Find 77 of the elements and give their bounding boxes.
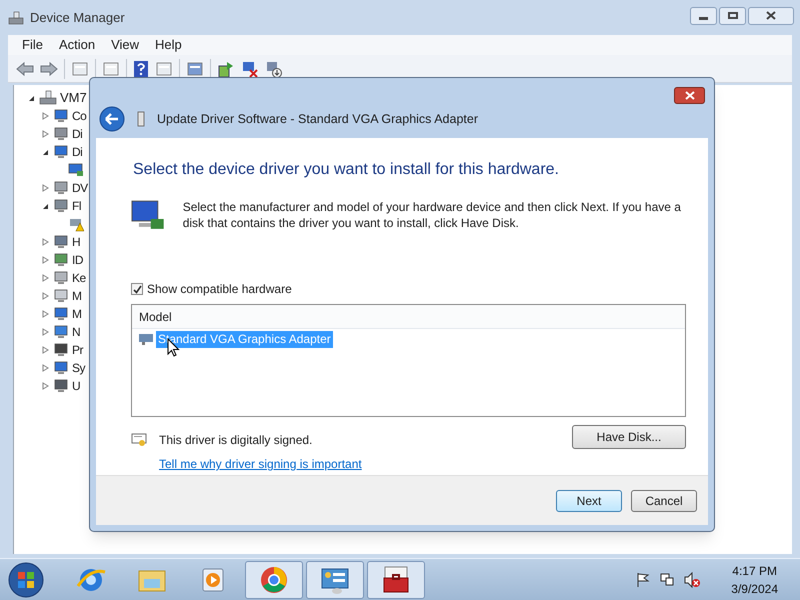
expand-arrow-icon[interactable]: [42, 256, 48, 264]
expand-arrow-icon[interactable]: [42, 310, 48, 318]
dialog-heading: Select the device driver you want to install for this hardware.: [133, 160, 560, 180]
uninstall-icon[interactable]: [241, 60, 259, 78]
warning-device-icon[interactable]: [68, 216, 84, 232]
tree-item[interactable]: M: [72, 287, 82, 305]
close-icon: [684, 90, 694, 100]
clock-date[interactable]: 3/9/2024: [731, 580, 778, 598]
computer-icon: [8, 10, 24, 26]
tree-item[interactable]: H: [72, 233, 80, 251]
collapse-arrow-icon[interactable]: [28, 94, 34, 102]
menu-item[interactable]: Help: [155, 35, 182, 55]
expand-arrow-icon[interactable]: [42, 364, 48, 372]
menu-item[interactable]: Action: [58, 35, 96, 55]
monitor-icon[interactable]: [68, 162, 84, 178]
certificate-icon: [131, 432, 147, 448]
dialog-button[interactable]: Next: [556, 490, 622, 512]
taskbar-button[interactable]: [367, 560, 425, 598]
expand-arrow-icon[interactable]: [42, 328, 48, 336]
menu-item[interactable]: File: [22, 35, 43, 55]
monitor-icon: [53, 306, 69, 322]
disable-device-icon[interactable]: [265, 60, 283, 78]
back-arrow-icon[interactable]: [16, 60, 34, 76]
collapse-arrow-icon[interactable]: [42, 202, 48, 210]
dialog-button[interactable]: Cancel: [631, 490, 697, 512]
info-link[interactable]: Tell me why driver signing is important: [159, 455, 362, 473]
tree-item[interactable]: Ke: [72, 269, 86, 287]
expand-arrow-icon[interactable]: [42, 292, 48, 300]
expand-arrow-icon[interactable]: [42, 112, 48, 120]
computer-icon: [53, 360, 69, 376]
tree-item[interactable]: Di: [72, 143, 82, 161]
close-icon: [766, 11, 776, 20]
tree-item[interactable]: Di: [72, 125, 82, 143]
column-header[interactable]: Model: [132, 305, 685, 329]
expand-arrow-icon[interactable]: [42, 274, 48, 282]
tree-item[interactable]: Sy: [72, 359, 86, 377]
have-disk-button[interactable]: Have Disk...: [572, 425, 686, 449]
check-icon: [132, 284, 142, 294]
tree-item[interactable]: ID: [72, 251, 83, 269]
display-adapter-icon: [138, 332, 154, 346]
forward-arrow-icon[interactable]: [40, 60, 58, 76]
back-button[interactable]: [99, 106, 125, 132]
expand-arrow-icon[interactable]: [42, 184, 48, 192]
start-button[interactable]: [6, 560, 46, 598]
flag-icon[interactable]: [635, 572, 652, 588]
tree-item[interactable]: U: [72, 377, 80, 395]
tree-item[interactable]: DV: [72, 179, 88, 197]
dialog-title: Update Driver Software - Standard VGA Graphics Adapter: [157, 110, 478, 128]
muted-speaker-icon[interactable]: [683, 572, 702, 588]
update-driver-icon[interactable]: [217, 60, 235, 78]
help-icon[interactable]: [133, 60, 149, 78]
taskbar-button[interactable]: [306, 560, 364, 598]
expand-arrow-icon[interactable]: [42, 382, 48, 390]
close-button[interactable]: [748, 6, 794, 24]
tree-item[interactable]: Co: [72, 107, 86, 125]
expand-arrow-icon[interactable]: [42, 130, 48, 138]
tree-item[interactable]: M: [72, 305, 82, 323]
description-text: Select the manufacturer and model of your hardware device and then click Next. If you have a disk that contains the driver you want to install, click Have Disk.: [182, 199, 682, 232]
tree-item[interactable]: VM7: [60, 88, 87, 108]
expand-arrow-icon[interactable]: [42, 238, 48, 246]
collapse-arrow-icon[interactable]: [42, 148, 48, 156]
tree-item[interactable]: N: [72, 323, 80, 341]
checkbox[interactable]: [131, 283, 143, 295]
maximize-button[interactable]: [719, 6, 746, 24]
checkbox-label: Show compatible hardware: [147, 281, 292, 298]
minimize-button[interactable]: [690, 6, 717, 24]
computer-icon: [53, 108, 69, 124]
monitor-icon: [53, 144, 69, 160]
clock-time[interactable]: 4:17 PM: [732, 562, 777, 580]
tree-item[interactable]: Fl: [72, 197, 81, 215]
expand-arrow-icon[interactable]: [42, 346, 48, 354]
window-title: Device Manager: [30, 8, 125, 27]
computer-icon: [39, 90, 57, 106]
tree-item[interactable]: Pr: [72, 341, 83, 359]
signed-text: This driver is digitally signed.: [159, 432, 312, 449]
menu-item[interactable]: View: [111, 35, 140, 55]
close-button[interactable]: [674, 86, 705, 104]
